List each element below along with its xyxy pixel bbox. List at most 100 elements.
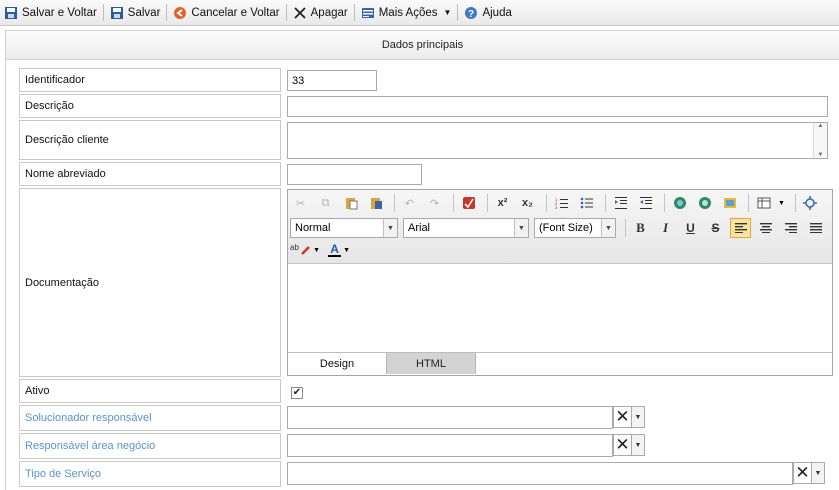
- clear-icon[interactable]: ✕: [613, 434, 631, 456]
- short-name-label: Nome abreviado: [19, 162, 281, 186]
- solver-responsible-label[interactable]: Solucionador responsável: [19, 405, 281, 431]
- align-right-button[interactable]: [780, 218, 801, 238]
- service-type-field[interactable]: [287, 462, 793, 485]
- outdent-icon[interactable]: [635, 193, 656, 213]
- tab-html[interactable]: HTML: [386, 353, 476, 374]
- strikethrough-button[interactable]: S: [705, 218, 726, 238]
- toolbar-divider: [102, 4, 104, 21]
- paste-icon[interactable]: [340, 193, 361, 213]
- indent-icon[interactable]: [610, 193, 631, 213]
- paragraph-format-dropdown[interactable]: Normal ▼: [290, 218, 398, 238]
- chevron-down-icon[interactable]: ▼: [313, 247, 320, 254]
- numbered-list-icon[interactable]: 123: [551, 193, 572, 213]
- table-icon[interactable]: [753, 193, 774, 213]
- cut-icon[interactable]: ✂: [290, 193, 311, 213]
- chevron-down-icon[interactable]: ▼: [811, 462, 825, 484]
- spellcheck-icon[interactable]: [458, 193, 479, 213]
- textarea-scrollbar[interactable]: ▲ ▼: [813, 123, 827, 158]
- chevron-down-icon[interactable]: ▼: [343, 247, 350, 254]
- align-center-button[interactable]: [755, 218, 776, 238]
- align-justify-button[interactable]: [805, 218, 826, 238]
- toolbar-divider: [457, 4, 459, 21]
- editor-content-area[interactable]: [288, 264, 832, 353]
- highlight-button[interactable]: ab: [290, 240, 311, 260]
- undo-icon[interactable]: ↶: [399, 193, 420, 213]
- font-color-glyph: A: [330, 242, 339, 256]
- link-icon[interactable]: [669, 193, 690, 213]
- chevron-down-icon: ▼: [601, 219, 615, 237]
- image-icon[interactable]: [719, 193, 740, 213]
- unlink-icon[interactable]: [694, 193, 715, 213]
- editor-toolbar: ✂ ⧉ ↶ ↷ x² x₂ 123 ▼ Normal ▼ Arial ▼ (Fo…: [288, 190, 832, 264]
- font-size-dropdown[interactable]: (Font Size) ▼: [534, 218, 616, 238]
- toolbar-divider: [353, 4, 355, 21]
- font-name-value: Arial: [408, 222, 431, 234]
- save-and-back-button[interactable]: Salvar e Voltar: [0, 2, 101, 23]
- identifier-field[interactable]: [287, 70, 377, 91]
- solver-responsible-field[interactable]: [287, 406, 613, 429]
- toolbar-divider: [625, 219, 626, 237]
- help-icon: ?: [464, 6, 478, 20]
- paragraph-format-value: Normal: [295, 222, 331, 234]
- italic-button[interactable]: I: [655, 218, 676, 238]
- scroll-up-icon: ▲: [817, 123, 824, 129]
- short-name-field[interactable]: [287, 164, 422, 185]
- client-description-textarea[interactable]: ▲ ▼: [287, 122, 828, 159]
- paste-word-icon[interactable]: [365, 193, 386, 213]
- help-button[interactable]: ? Ajuda: [460, 2, 515, 23]
- toolbar-divider: [664, 194, 665, 212]
- checkmark-icon: ✔: [292, 387, 302, 398]
- description-label: Descrição: [19, 94, 281, 118]
- client-description-label: Descrição cliente: [19, 120, 281, 160]
- chevron-down-icon[interactable]: ▼: [631, 434, 645, 456]
- clear-icon[interactable]: ✕: [613, 406, 631, 428]
- actions-list-icon: [361, 6, 375, 20]
- highlight-label: ab: [290, 243, 299, 252]
- toolbar-divider: [546, 194, 547, 212]
- fullscreen-icon[interactable]: [800, 193, 821, 213]
- save-and-back-label: Salvar e Voltar: [22, 6, 97, 19]
- chevron-down-icon: ▼: [443, 8, 452, 17]
- bold-button[interactable]: B: [630, 218, 651, 238]
- service-type-label[interactable]: Tipo de Serviço: [19, 461, 281, 487]
- delete-label: Apagar: [310, 6, 348, 19]
- toolbar-divider: [748, 194, 749, 212]
- chevron-down-icon[interactable]: ▼: [778, 200, 785, 207]
- save-button[interactable]: Salvar: [106, 2, 165, 23]
- rich-text-editor: ✂ ⧉ ↶ ↷ x² x₂ 123 ▼ Normal ▼ Arial ▼ (Fo…: [287, 189, 833, 376]
- subscript-icon[interactable]: x₂: [517, 193, 538, 213]
- editor-toolbar-row: ✂ ⧉ ↶ ↷ x² x₂ 123 ▼: [290, 191, 825, 215]
- bullet-list-icon[interactable]: [576, 193, 597, 213]
- save-label: Salvar: [127, 6, 161, 19]
- font-color-swatch: [328, 255, 342, 257]
- align-left-button[interactable]: [730, 218, 751, 238]
- copy-icon[interactable]: ⧉: [315, 193, 336, 213]
- more-actions-button[interactable]: Mais Ações ▼: [357, 2, 456, 23]
- chevron-down-icon: ▼: [383, 219, 397, 237]
- cancel-and-back-button[interactable]: Cancelar e Voltar: [169, 2, 283, 23]
- help-label: Ajuda: [482, 6, 512, 19]
- description-field[interactable]: [287, 96, 828, 117]
- business-area-responsible-label[interactable]: Responsável área negócio: [19, 433, 281, 459]
- toolbar-divider: [285, 4, 287, 21]
- more-actions-label: Mais Ações: [378, 6, 438, 19]
- toolbar-divider: [453, 194, 454, 212]
- tab-design[interactable]: Design: [288, 353, 386, 374]
- svg-text:3: 3: [555, 205, 558, 210]
- close-x-icon: [293, 6, 307, 20]
- back-arrow-icon: [173, 6, 187, 20]
- form-panel: Dados principais Identificador Descrição…: [5, 30, 839, 490]
- chevron-down-icon[interactable]: ▼: [631, 406, 645, 428]
- clear-icon[interactable]: ✕: [793, 462, 811, 484]
- floppy-disk-icon: [4, 6, 18, 20]
- business-area-responsible-field[interactable]: [287, 434, 613, 457]
- superscript-icon[interactable]: x²: [492, 193, 513, 213]
- section-title: Dados principais: [6, 31, 839, 60]
- active-checkbox[interactable]: ✔: [291, 387, 303, 399]
- delete-button[interactable]: Apagar: [289, 2, 352, 23]
- font-color-button[interactable]: A: [328, 240, 342, 260]
- underline-button[interactable]: U: [680, 218, 701, 238]
- font-name-dropdown[interactable]: Arial ▼: [403, 218, 529, 238]
- editor-toolbar-row: Normal ▼ Arial ▼ (Font Size) ▼ B I U S: [290, 216, 830, 240]
- redo-icon[interactable]: ↷: [424, 193, 445, 213]
